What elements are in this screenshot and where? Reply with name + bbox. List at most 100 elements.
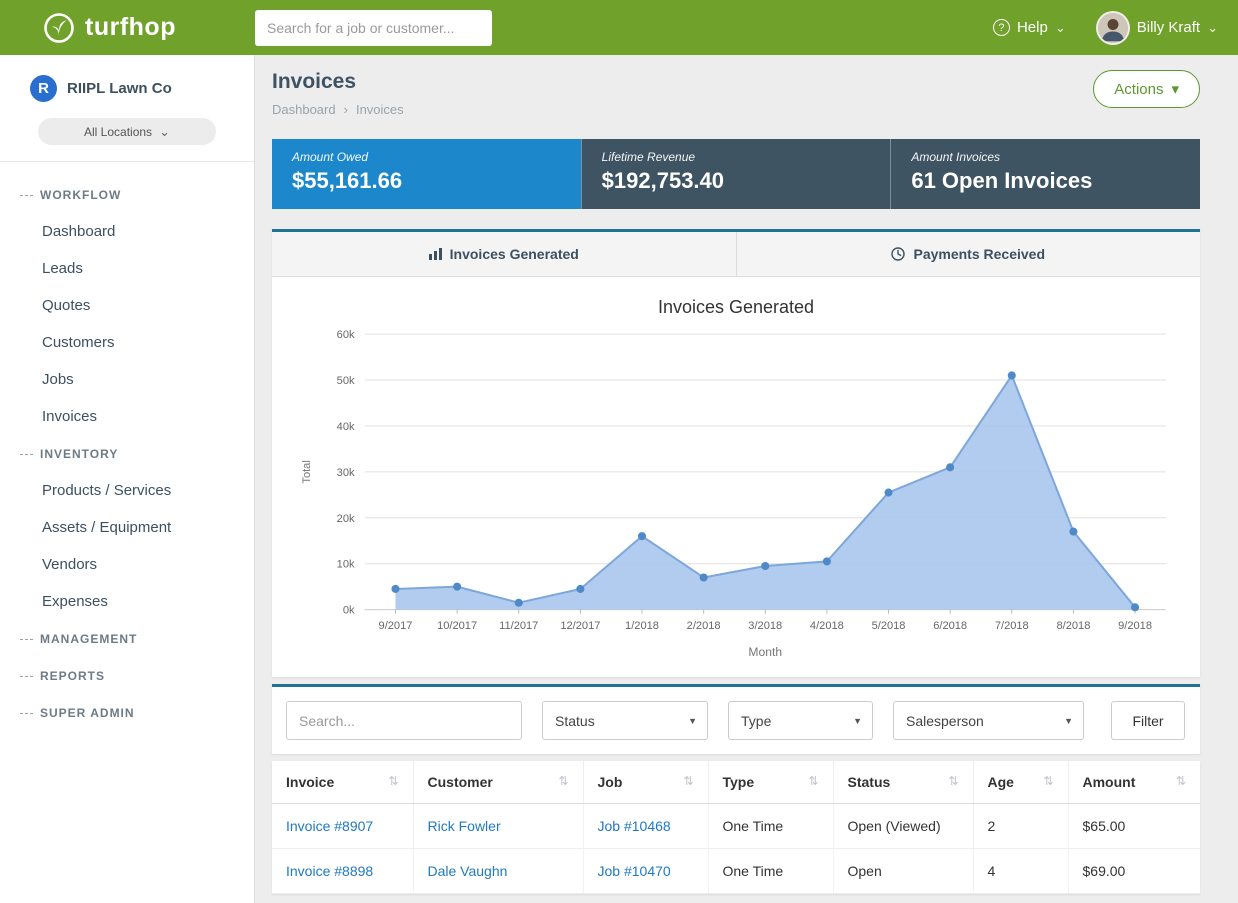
nav-section-label: WORKFLOW bbox=[40, 188, 121, 202]
section-dash-icon bbox=[20, 713, 33, 714]
cell-job: Job #10470 bbox=[583, 849, 708, 894]
cell-customer: Dale Vaughn bbox=[413, 849, 583, 894]
column-header-type[interactable]: Type⇅ bbox=[708, 761, 833, 804]
table-row: Invoice #8898 Dale Vaughn Job #10470 One… bbox=[272, 849, 1200, 894]
sidebar-item-quotes[interactable]: Quotes bbox=[0, 287, 254, 324]
column-header-amount[interactable]: Amount ⇅ bbox=[1068, 761, 1200, 804]
chevron-down-icon: ⌄ bbox=[159, 124, 170, 140]
column-label: Age bbox=[988, 774, 1014, 790]
svg-text:Month: Month bbox=[748, 645, 782, 659]
sidebar-item-dashboard[interactable]: Dashboard bbox=[0, 213, 254, 250]
sort-icon[interactable]: ⇅ bbox=[683, 774, 693, 788]
nav-section-reports[interactable]: REPORTS bbox=[0, 657, 254, 694]
sidebar-item-vendors[interactable]: Vendors bbox=[0, 546, 254, 583]
job-link[interactable]: Job #10468 bbox=[598, 818, 671, 834]
sidebar-item-jobs[interactable]: Jobs bbox=[0, 361, 254, 398]
nav-section-management[interactable]: MANAGEMENT bbox=[0, 620, 254, 657]
svg-text:20k: 20k bbox=[337, 513, 355, 525]
column-label: Status bbox=[848, 774, 891, 790]
topbar-right: ? Help ⌄ Billy Kraft ⌄ bbox=[993, 11, 1218, 45]
tab-label: Invoices Generated bbox=[450, 246, 579, 262]
sidebar-item-products-services[interactable]: Products / Services bbox=[0, 472, 254, 509]
locations-selector[interactable]: All Locations ⌄ bbox=[38, 118, 216, 145]
nav-section-super-admin[interactable]: SUPER ADMIN bbox=[0, 694, 254, 731]
cell-amount: $69.00 bbox=[1068, 849, 1200, 894]
svg-text:1/2018: 1/2018 bbox=[625, 620, 659, 632]
clock-icon bbox=[891, 247, 905, 261]
sidebar-item-assets-equipment[interactable]: Assets / Equipment bbox=[0, 509, 254, 546]
column-header-invoice[interactable]: Invoice⇅ bbox=[272, 761, 413, 804]
column-header-customer[interactable]: Customer ⇅ bbox=[413, 761, 583, 804]
global-search-input[interactable] bbox=[255, 10, 492, 46]
invoices-table-card: Invoice⇅ Customer ⇅ Job⇅ Type⇅ Status ⇅ Ag… bbox=[272, 761, 1200, 894]
customer-link[interactable]: Rick Fowler bbox=[428, 818, 501, 834]
table-header-row: Invoice⇅ Customer ⇅ Job⇅ Type⇅ Status ⇅ Ag… bbox=[272, 761, 1200, 804]
svg-text:Total: Total bbox=[301, 460, 313, 483]
company-row: R RIIPL Lawn Co bbox=[0, 55, 254, 112]
select-value: Status bbox=[555, 713, 595, 729]
chart-card: Invoices Generated Payments Received Inv… bbox=[272, 229, 1200, 677]
nav-section-label: SUPER ADMIN bbox=[40, 706, 135, 720]
sort-icon[interactable]: ⇅ bbox=[558, 774, 568, 788]
stat-open-invoices: Amount Invoices 61 Open Invoices bbox=[890, 139, 1200, 209]
invoice-link[interactable]: Invoice #8898 bbox=[286, 863, 373, 879]
breadcrumb-dashboard[interactable]: Dashboard bbox=[272, 102, 336, 117]
cell-status: Open (Viewed) bbox=[833, 804, 973, 849]
column-header-age[interactable]: Age ⇅ bbox=[973, 761, 1068, 804]
actions-button[interactable]: Actions ▾ bbox=[1093, 70, 1200, 108]
cell-type: One Time bbox=[708, 849, 833, 894]
table-row: Invoice #8907 Rick Fowler Job #10468 One… bbox=[272, 804, 1200, 849]
sort-icon[interactable]: ⇅ bbox=[808, 774, 818, 788]
sort-icon[interactable]: ⇅ bbox=[948, 774, 958, 788]
page-body: R RIIPL Lawn Co All Locations ⌄ WORKFLOW… bbox=[0, 55, 1238, 903]
job-link[interactable]: Job #10470 bbox=[598, 863, 671, 879]
cell-invoice: Invoice #8907 bbox=[272, 804, 413, 849]
chart-tabs: Invoices Generated Payments Received bbox=[272, 232, 1200, 277]
sidebar-item-customers[interactable]: Customers bbox=[0, 324, 254, 361]
sort-icon[interactable]: ⇅ bbox=[388, 774, 398, 788]
chevron-down-icon: ⌄ bbox=[1055, 20, 1066, 36]
help-menu[interactable]: ? Help ⌄ bbox=[993, 19, 1066, 36]
sidebar-item-invoices[interactable]: Invoices bbox=[0, 398, 254, 435]
sort-icon[interactable]: ⇅ bbox=[1176, 774, 1186, 788]
column-label: Amount bbox=[1083, 774, 1136, 790]
status-select[interactable]: Status ▼ bbox=[542, 701, 708, 740]
nav-section-inventory: INVENTORY bbox=[0, 435, 254, 472]
stat-label: Amount Invoices bbox=[911, 150, 1180, 164]
topbar: turfhop ? Help ⌄ Billy Kraft ⌄ bbox=[0, 0, 1238, 55]
svg-text:10k: 10k bbox=[337, 559, 355, 571]
sort-icon[interactable]: ⇅ bbox=[1043, 774, 1053, 788]
cell-invoice: Invoice #8898 bbox=[272, 849, 413, 894]
stat-label: Amount Owed bbox=[292, 150, 561, 164]
salesperson-select[interactable]: Salesperson ▼ bbox=[893, 701, 1084, 740]
user-menu[interactable]: Billy Kraft ⌄ bbox=[1096, 11, 1218, 45]
breadcrumb-current: Invoices bbox=[356, 102, 404, 117]
customer-link[interactable]: Dale Vaughn bbox=[428, 863, 508, 879]
svg-text:60k: 60k bbox=[337, 329, 355, 341]
svg-text:4/2018: 4/2018 bbox=[810, 620, 844, 632]
stats-bar: Amount Owed $55,161.66 Lifetime Revenue … bbox=[272, 139, 1200, 209]
cell-type: One Time bbox=[708, 804, 833, 849]
column-header-job[interactable]: Job⇅ bbox=[583, 761, 708, 804]
main-content: Invoices Dashboard › Invoices Actions ▾ … bbox=[255, 55, 1238, 903]
table-search-input[interactable] bbox=[286, 701, 522, 740]
type-select[interactable]: Type ▼ bbox=[728, 701, 873, 740]
chevron-down-icon: ⌄ bbox=[1207, 20, 1218, 36]
cell-age: 4 bbox=[973, 849, 1068, 894]
breadcrumb: Dashboard › Invoices bbox=[272, 102, 404, 117]
company-badge-icon: R bbox=[30, 75, 57, 102]
nav-section-workflow: WORKFLOW bbox=[0, 176, 254, 213]
svg-text:0k: 0k bbox=[343, 605, 355, 617]
invoice-link[interactable]: Invoice #8907 bbox=[286, 818, 373, 834]
sidebar-item-leads[interactable]: Leads bbox=[0, 250, 254, 287]
section-dash-icon bbox=[20, 639, 33, 640]
column-label: Customer bbox=[428, 774, 493, 790]
logo[interactable]: turfhop bbox=[20, 11, 255, 45]
column-header-status[interactable]: Status ⇅ bbox=[833, 761, 973, 804]
filter-button[interactable]: Filter bbox=[1111, 701, 1185, 740]
tab-payments-received[interactable]: Payments Received bbox=[736, 232, 1201, 276]
tab-invoices-generated[interactable]: Invoices Generated bbox=[272, 232, 736, 276]
sidebar-item-expenses[interactable]: Expenses bbox=[0, 583, 254, 620]
cell-age: 2 bbox=[973, 804, 1068, 849]
avatar bbox=[1096, 11, 1130, 45]
